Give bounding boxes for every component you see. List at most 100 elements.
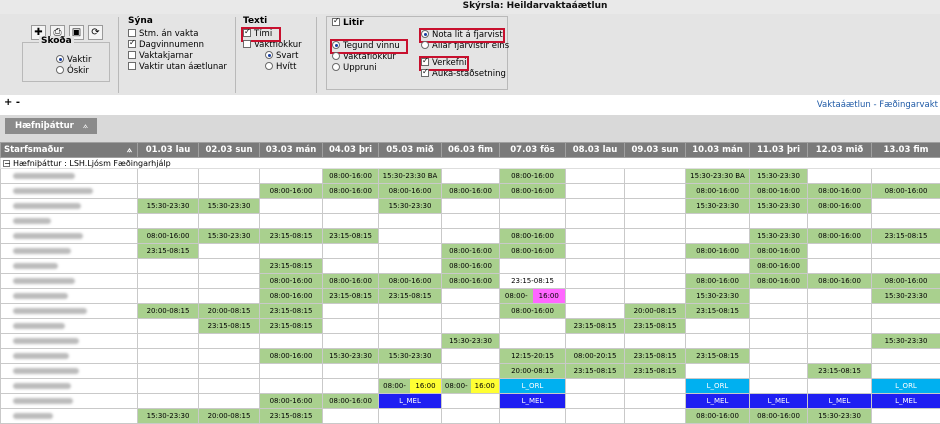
col-header-starfsmadur[interactable]: Starfsmaður⟑ — [1, 143, 138, 158]
shift-cell[interactable] — [260, 214, 323, 229]
shift-cell[interactable]: 15:30-23:30 — [199, 229, 260, 244]
shift-cell[interactable]: 08:00-16:00 — [750, 259, 808, 274]
group-chip[interactable]: Hæfniþáttur ⟑ — [5, 118, 97, 134]
employee-name-cell[interactable] — [1, 394, 138, 409]
employee-name-cell[interactable] — [1, 199, 138, 214]
shift-cell[interactable] — [872, 169, 940, 184]
shift-cell[interactable] — [199, 169, 260, 184]
table-row[interactable]: 08:00-16:0008:00-16:00L_MELL_MELL_MELL_M… — [1, 394, 940, 409]
shift-cell[interactable] — [808, 379, 872, 394]
shift-cell[interactable] — [199, 214, 260, 229]
table-row[interactable]: 20:00-08:1520:00-08:1523:15-08:1508:00-1… — [1, 304, 940, 319]
shift-cell[interactable]: 15:30-23:30 — [750, 229, 808, 244]
shift-cell[interactable] — [566, 214, 625, 229]
shift-cell[interactable]: 20:00-08:15 — [199, 304, 260, 319]
shift-cell[interactable]: 08:00-16:00 — [500, 184, 566, 199]
shift-cell[interactable] — [566, 334, 625, 349]
shift-cell[interactable] — [625, 274, 686, 289]
shift-cell[interactable] — [625, 199, 686, 214]
col-header-date[interactable]: 11.03 þri — [750, 143, 808, 158]
shift-cell[interactable] — [138, 184, 199, 199]
shift-cell[interactable]: 12:15-20:15 — [500, 349, 566, 364]
shift-cell[interactable] — [260, 244, 323, 259]
shift-cell[interactable] — [442, 214, 500, 229]
table-row[interactable]: 08:00-16:0023:15-08:1523:15-08:1508:00-1… — [1, 289, 940, 304]
shift-cell[interactable] — [808, 289, 872, 304]
shift-cell[interactable] — [323, 244, 379, 259]
shift-cell[interactable]: 23:15-08:15 — [260, 304, 323, 319]
shift-cell[interactable] — [138, 169, 199, 184]
employee-name-cell[interactable] — [1, 184, 138, 199]
shift-cell[interactable]: 20:00-08:15 — [625, 304, 686, 319]
shift-cell[interactable]: 08:00-16:00 — [500, 229, 566, 244]
shift-cell[interactable] — [625, 334, 686, 349]
shift-cell[interactable]: 08:00-16:00 — [442, 184, 500, 199]
shift-cell[interactable] — [872, 259, 940, 274]
shift-cell[interactable] — [566, 394, 625, 409]
shift-cell[interactable] — [625, 169, 686, 184]
radio-oskir[interactable]: Óskir — [56, 66, 91, 77]
shift-cell[interactable]: 23:15-08:15 — [260, 319, 323, 334]
shift-cell[interactable]: L_MEL — [872, 394, 940, 409]
shift-cell[interactable] — [686, 334, 750, 349]
shift-cell[interactable] — [379, 319, 442, 334]
radio-tegund-vinnu[interactable]: Tegund vinnu — [332, 41, 406, 52]
shift-cell[interactable]: 08:00-16:00 — [500, 244, 566, 259]
shift-cell[interactable] — [625, 379, 686, 394]
shift-cell[interactable]: 15:30-23:30 — [686, 199, 750, 214]
shift-cell[interactable] — [379, 214, 442, 229]
shift-cell[interactable]: 23:15-08:15 — [379, 289, 442, 304]
shift-cell[interactable]: 20:00-08:15 — [138, 304, 199, 319]
shift-cell[interactable]: 08:00-16:00 — [808, 274, 872, 289]
shift-cell[interactable]: 08:00-16:00 — [442, 274, 500, 289]
col-header-date[interactable]: 05.03 mið — [379, 143, 442, 158]
shift-cell[interactable]: 08:00-16:00 — [750, 244, 808, 259]
shift-cell[interactable]: 08:00-16:00 — [260, 289, 323, 304]
check-auka-stadsetning[interactable]: Auka-staðsetning — [421, 69, 509, 80]
shift-cell[interactable]: 08:00-16:00 — [138, 229, 199, 244]
shift-cell[interactable]: 08:00-16:00 — [323, 394, 379, 409]
radio-uppruni[interactable]: Uppruni — [332, 63, 406, 74]
shift-cell[interactable] — [625, 229, 686, 244]
radio-svart[interactable]: Svart — [265, 51, 302, 62]
shift-cell[interactable]: 15:30-23:30 — [323, 349, 379, 364]
shift-cell[interactable]: 08:00-16:00 — [750, 274, 808, 289]
shift-cell[interactable]: 08:00-16:00 — [442, 379, 500, 394]
shift-cell[interactable]: L_MEL — [686, 394, 750, 409]
shift-cell[interactable] — [500, 214, 566, 229]
shift-cell[interactable] — [500, 199, 566, 214]
shift-cell[interactable]: 08:00-16:00 — [686, 409, 750, 424]
shift-cell[interactable] — [442, 409, 500, 424]
shift-cell[interactable]: L_MEL — [500, 394, 566, 409]
shift-cell[interactable] — [379, 364, 442, 379]
shift-cell[interactable]: 23:15-08:15 — [500, 274, 566, 289]
shift-cell[interactable]: 08:00-16:00 — [750, 409, 808, 424]
check-litir[interactable]: Litir — [332, 18, 364, 29]
shift-cell[interactable]: 08:00-16:00 — [808, 229, 872, 244]
col-header-date[interactable]: 12.03 mið — [808, 143, 872, 158]
shift-cell[interactable] — [808, 259, 872, 274]
shift-cell[interactable] — [625, 244, 686, 259]
shift-cell[interactable]: 15:30-23:30 — [199, 199, 260, 214]
shift-cell[interactable]: 23:15-08:15 — [260, 409, 323, 424]
shift-cell[interactable] — [625, 214, 686, 229]
shift-cell[interactable]: L_ORL — [872, 379, 940, 394]
shift-cell[interactable]: L_ORL — [686, 379, 750, 394]
shift-cell[interactable] — [625, 409, 686, 424]
group-row-cell[interactable]: −Hæfniþáttur : LSH.Ljósm Fæðingarhjálp — [1, 158, 940, 169]
shift-cell[interactable] — [808, 169, 872, 184]
shift-cell[interactable] — [323, 319, 379, 334]
table-row[interactable]: 08:00-16:0015:30-23:3023:15-08:1523:15-0… — [1, 229, 940, 244]
shift-cell[interactable]: 08:00-16:00 — [872, 184, 940, 199]
shift-cell[interactable]: 08:00-16:00 — [442, 259, 500, 274]
shift-cell[interactable] — [379, 229, 442, 244]
employee-name-cell[interactable] — [1, 319, 138, 334]
shift-cell[interactable] — [199, 349, 260, 364]
shift-cell[interactable]: 15:30-23:30 — [872, 334, 940, 349]
employee-name-cell[interactable] — [1, 214, 138, 229]
col-header-date[interactable]: 04.03 þri — [323, 143, 379, 158]
shift-cell[interactable] — [138, 364, 199, 379]
shift-cell[interactable] — [138, 349, 199, 364]
employee-name-cell[interactable] — [1, 169, 138, 184]
shift-cell[interactable] — [872, 214, 940, 229]
